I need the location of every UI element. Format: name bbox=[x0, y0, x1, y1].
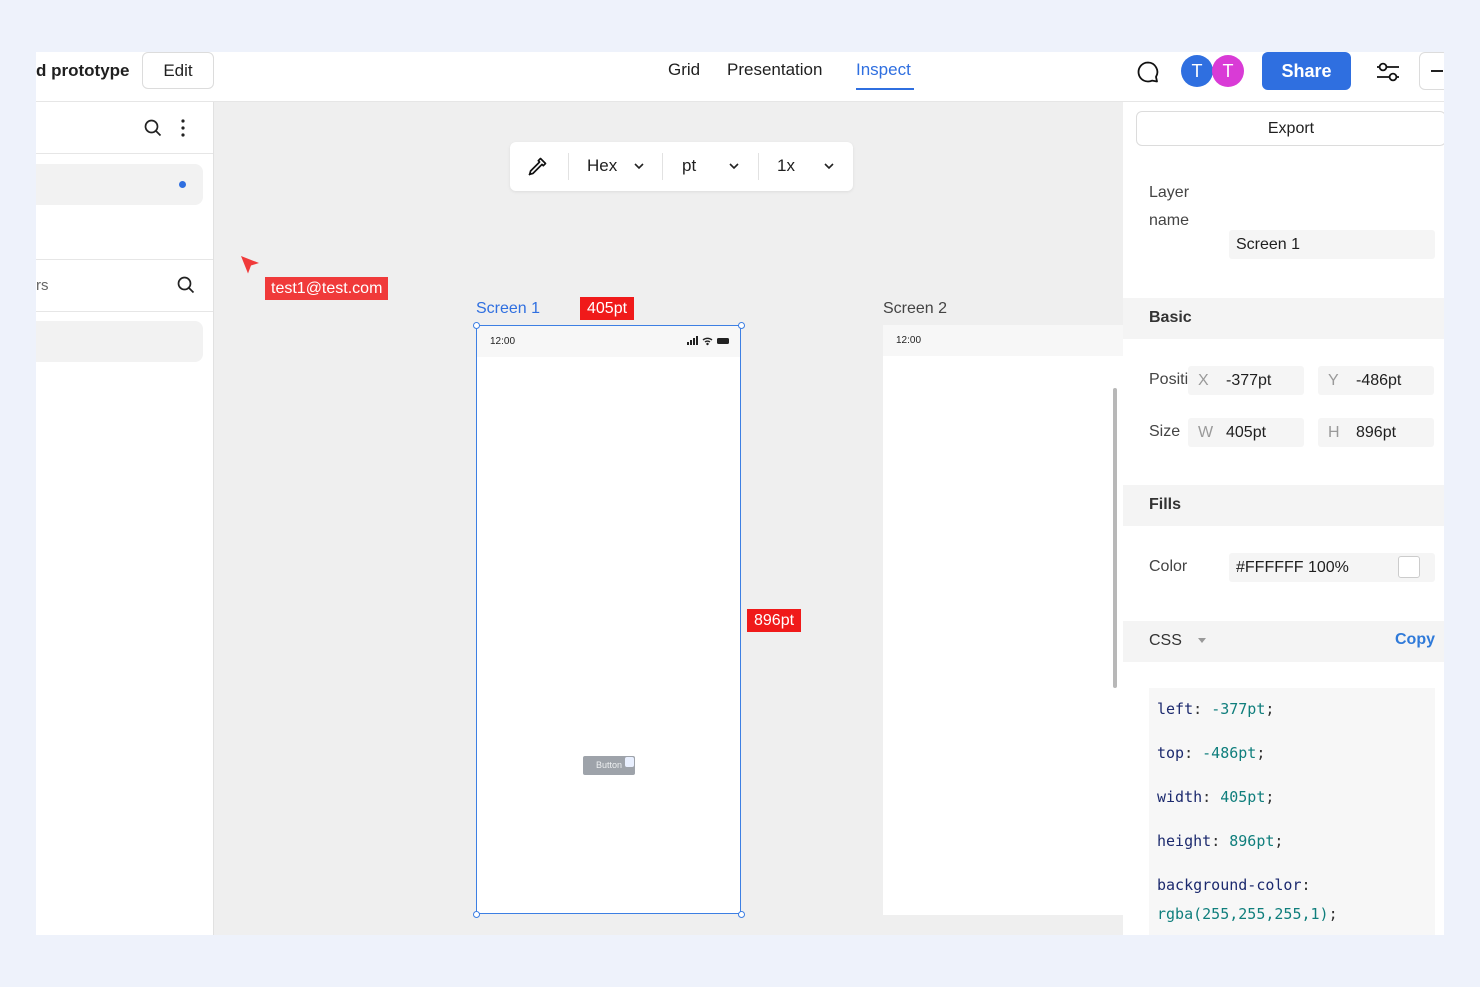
copy-css-button[interactable]: Copy bbox=[1395, 631, 1435, 649]
h-value: 896pt bbox=[1356, 424, 1397, 441]
color-label: Color bbox=[1149, 558, 1188, 575]
color-value: #FFFFFF 100% bbox=[1236, 559, 1349, 576]
status-icons bbox=[687, 336, 729, 346]
top-header: d prototype Edit Grid Presentation Inspe… bbox=[36, 52, 1444, 102]
screen1-frame[interactable]: 12:00 Button bbox=[476, 325, 741, 914]
width-measure-tag: 405pt bbox=[580, 297, 635, 320]
layer-name-field[interactable]: Screen 1 bbox=[1229, 230, 1435, 259]
collaborator-cursor-icon bbox=[241, 256, 259, 274]
avatar[interactable]: T bbox=[1212, 55, 1244, 87]
layer-item-selected[interactable] bbox=[36, 321, 203, 362]
inspect-toolbar: Hex pt 1x bbox=[510, 142, 853, 191]
layer-name-label: Layer name bbox=[1149, 184, 1190, 229]
status-bar: 12:00 bbox=[883, 325, 1123, 356]
basic-title: Basic bbox=[1149, 309, 1192, 326]
x-value: -377pt bbox=[1226, 372, 1272, 389]
screen2-frame[interactable]: 12:00 bbox=[883, 325, 1123, 915]
tab-grid[interactable]: Grid bbox=[668, 60, 700, 80]
css-line: width: 405pt; bbox=[1157, 788, 1275, 806]
status-time: 12:00 bbox=[896, 335, 922, 346]
lightning-icon bbox=[625, 757, 634, 767]
inspect-panel: Export Layer name Screen 1 Basic Positi … bbox=[1123, 102, 1444, 935]
toolbar-divider bbox=[758, 153, 759, 180]
avatar[interactable]: T bbox=[1181, 55, 1213, 87]
h-axis-label: H bbox=[1328, 424, 1340, 441]
tab-presentation[interactable]: Presentation bbox=[727, 60, 822, 80]
export-button[interactable]: Export bbox=[1136, 111, 1444, 146]
share-button[interactable]: Share bbox=[1262, 52, 1351, 90]
project-title: d prototype bbox=[36, 61, 130, 80]
caret-down-icon[interactable] bbox=[1198, 638, 1206, 643]
chevron-down-icon[interactable] bbox=[633, 160, 645, 172]
size-label: Size bbox=[1149, 423, 1181, 440]
design-canvas[interactable]: Hex pt 1x test1@test.com Screen 1 405pt … bbox=[214, 102, 1123, 935]
screen1-label[interactable]: Screen 1 bbox=[476, 300, 540, 318]
resize-handle[interactable] bbox=[738, 911, 745, 918]
kebab-menu-icon[interactable] bbox=[177, 118, 189, 138]
color-format-select[interactable]: Hex bbox=[587, 156, 617, 176]
layers-search-placeholder[interactable]: rs bbox=[36, 277, 49, 294]
h-field[interactable]: H 896pt bbox=[1318, 418, 1434, 447]
status-time: 12:00 bbox=[490, 336, 516, 347]
css-code-block: left: -377pt; top: -486pt; width: 405pt;… bbox=[1149, 688, 1435, 935]
toolbar-divider bbox=[568, 153, 569, 180]
app-window: d prototype Edit Grid Presentation Inspe… bbox=[36, 52, 1444, 935]
css-section-header: CSS Copy bbox=[1123, 621, 1444, 662]
eyedropper-icon[interactable] bbox=[526, 156, 548, 178]
mock-button[interactable]: Button bbox=[583, 756, 635, 775]
search-icon[interactable] bbox=[177, 276, 195, 294]
y-axis-label: Y bbox=[1328, 372, 1339, 389]
basic-section-header: Basic bbox=[1123, 298, 1444, 339]
w-value: 405pt bbox=[1226, 424, 1267, 441]
active-page-dot bbox=[179, 181, 186, 188]
x-field[interactable]: X -377pt bbox=[1188, 366, 1304, 395]
more-menu-button[interactable] bbox=[1419, 52, 1444, 90]
position-label: Positi bbox=[1149, 371, 1189, 388]
fills-section-header: Fills bbox=[1123, 485, 1444, 526]
css-line: rgba(255,255,255,1); bbox=[1157, 905, 1338, 923]
color-swatch[interactable] bbox=[1398, 556, 1420, 578]
resize-handle[interactable] bbox=[473, 322, 480, 329]
y-field[interactable]: Y -486pt bbox=[1318, 366, 1434, 395]
search-icon[interactable] bbox=[144, 119, 162, 137]
resize-handle[interactable] bbox=[473, 911, 480, 918]
toolbar-divider bbox=[662, 153, 663, 180]
left-sidebar: rs bbox=[36, 102, 214, 935]
sliders-icon[interactable] bbox=[1375, 59, 1401, 85]
color-field[interactable]: #FFFFFF 100% bbox=[1229, 553, 1435, 582]
layer-name-value: Screen 1 bbox=[1236, 236, 1301, 253]
css-line: height: 896pt; bbox=[1157, 832, 1284, 850]
css-label[interactable]: CSS bbox=[1149, 632, 1182, 650]
collaborator-name-tag: test1@test.com bbox=[265, 277, 389, 300]
canvas-scrollbar[interactable] bbox=[1113, 388, 1117, 688]
height-measure-tag: 896pt bbox=[747, 609, 802, 632]
pages-header bbox=[36, 102, 213, 154]
tab-inspect[interactable]: Inspect bbox=[856, 60, 911, 80]
fills-title: Fills bbox=[1149, 496, 1182, 513]
unit-select[interactable]: pt bbox=[682, 156, 696, 176]
status-bar: 12:00 bbox=[477, 326, 740, 357]
y-value: -486pt bbox=[1356, 372, 1402, 389]
css-line: background-color: bbox=[1157, 876, 1311, 894]
layers-search-row: rs bbox=[36, 259, 213, 312]
mock-button-label: Button bbox=[595, 760, 623, 770]
scale-select[interactable]: 1x bbox=[777, 156, 795, 176]
comment-icon[interactable] bbox=[1136, 60, 1160, 84]
screen2-label[interactable]: Screen 2 bbox=[883, 300, 947, 318]
w-field[interactable]: W 405pt bbox=[1188, 418, 1304, 447]
w-axis-label: W bbox=[1198, 424, 1214, 441]
css-line: left: -377pt; bbox=[1157, 700, 1275, 718]
edit-button[interactable]: Edit bbox=[142, 52, 214, 89]
page-item-selected[interactable] bbox=[36, 164, 203, 205]
chevron-down-icon[interactable] bbox=[823, 160, 835, 172]
resize-handle[interactable] bbox=[738, 322, 745, 329]
active-tab-indicator bbox=[856, 88, 914, 90]
css-line: top: -486pt; bbox=[1157, 744, 1266, 762]
chevron-down-icon[interactable] bbox=[728, 160, 740, 172]
x-axis-label: X bbox=[1198, 372, 1209, 389]
